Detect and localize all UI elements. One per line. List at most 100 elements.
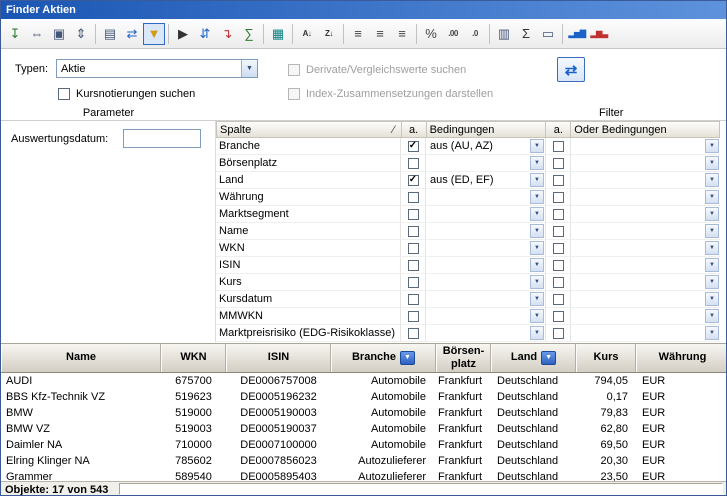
filter-or-active-checkbox[interactable] — [553, 328, 564, 339]
jump-down-icon[interactable]: ↴ — [216, 23, 238, 45]
chevron-down-icon[interactable]: ▼ — [530, 139, 544, 153]
chevron-down-icon[interactable]: ▼ — [705, 258, 719, 272]
chevron-down-icon[interactable]: ▼ — [705, 292, 719, 306]
filter-or-condition-select[interactable]: ▼ — [571, 172, 720, 188]
filter-or-active-checkbox[interactable] — [553, 277, 564, 288]
filter-active-checkbox[interactable] — [408, 209, 419, 220]
filter-or-active-checkbox[interactable] — [553, 141, 564, 152]
filter-or-active-checkbox[interactable] — [553, 192, 564, 203]
chevron-down-icon[interactable]: ▼ — [530, 258, 544, 272]
bar-chart-icon[interactable]: ▂▅▇ — [566, 23, 588, 45]
chevron-down-icon[interactable]: ▼ — [530, 173, 544, 187]
filter-active-checkbox[interactable] — [408, 277, 419, 288]
filter-active-checkbox[interactable] — [408, 328, 419, 339]
filter-column-name[interactable]: Kursdatum — [216, 291, 401, 307]
filter-active-checkbox[interactable] — [408, 158, 419, 169]
filter-header-oder-bedingungen[interactable]: Oder Bedingungen — [571, 122, 719, 137]
filter-or-condition-select[interactable]: ▼ — [571, 155, 720, 171]
filter-column-name[interactable]: ISIN — [216, 257, 401, 273]
column-header-land[interactable]: Land ▼ — [491, 344, 576, 372]
chevron-down-icon[interactable]: ▼ — [530, 275, 544, 289]
filter-column-name[interactable]: Kurs — [216, 274, 401, 290]
filter-condition-select[interactable]: aus (ED, EF) ▼ — [426, 172, 546, 188]
table-row[interactable]: Elring Klinger NA 785602 DE0007856023 Au… — [1, 453, 727, 469]
cell-icon[interactable]: ▭ — [537, 23, 559, 45]
filter-condition-select[interactable]: ▼ — [426, 274, 546, 290]
filter-column-name[interactable]: Währung — [216, 189, 401, 205]
chevron-down-icon[interactable]: ▼ — [530, 190, 544, 204]
filter-header-spalte[interactable]: Spalte ∕ — [217, 122, 402, 137]
filter-condition-select[interactable]: ▼ — [426, 257, 546, 273]
filter-condition-select[interactable]: ▼ — [426, 206, 546, 222]
filter-active-checkbox[interactable] — [408, 192, 419, 203]
fit-height-icon[interactable]: ⇕ — [70, 23, 92, 45]
decimal-add-icon[interactable]: .00 — [442, 23, 464, 45]
chevron-down-icon[interactable]: ▼ — [705, 190, 719, 204]
layout-icon[interactable]: ▤ — [99, 23, 121, 45]
column-header-waehrung[interactable]: Währung — [636, 344, 727, 372]
column-header-boersenplatz[interactable]: Börsen-platz — [436, 344, 491, 372]
filter-header-bedingungen[interactable]: Bedingungen — [427, 122, 547, 137]
decimal-remove-icon[interactable]: .0 — [464, 23, 486, 45]
typen-select[interactable]: Aktie ▼ — [56, 59, 258, 78]
chevron-down-icon[interactable]: ▼ — [705, 173, 719, 187]
branche-filter-dropdown-icon[interactable]: ▼ — [400, 351, 415, 365]
filter-or-condition-select[interactable]: ▼ — [571, 223, 720, 239]
filter-column-name[interactable]: MMWKN — [216, 308, 401, 324]
filter-condition-select[interactable]: ▼ — [426, 223, 546, 239]
filter-or-active-checkbox[interactable] — [553, 294, 564, 305]
filter-column-name[interactable]: Marktsegment — [216, 206, 401, 222]
filter-or-condition-select[interactable]: ▼ — [571, 138, 720, 154]
chevron-down-icon[interactable]: ▼ — [705, 326, 719, 340]
column-header-branche[interactable]: Branche ▼ — [331, 344, 436, 372]
chevron-down-icon[interactable]: ▼ — [705, 139, 719, 153]
filter-active-checkbox[interactable] — [408, 226, 419, 237]
align-center-icon[interactable]: ≡ — [369, 23, 391, 45]
filter-active-checkbox[interactable] — [408, 311, 419, 322]
filter-or-condition-select[interactable]: ▼ — [571, 257, 720, 273]
chevron-down-icon[interactable]: ▼ — [705, 309, 719, 323]
column-header-isin[interactable]: ISIN — [226, 344, 331, 372]
sort-desc-icon[interactable]: Z↓ — [318, 23, 340, 45]
filter-active-checkbox[interactable] — [408, 243, 419, 254]
filter-condition-select[interactable]: ▼ — [426, 240, 546, 256]
filter-column-name[interactable]: WKN — [216, 240, 401, 256]
chevron-down-icon[interactable]: ▼ — [530, 241, 544, 255]
filter-condition-select[interactable]: ▼ — [426, 291, 546, 307]
percent-icon[interactable]: % — [420, 23, 442, 45]
chart-icon[interactable]: ▂▆▃ — [588, 23, 610, 45]
filter-or-active-checkbox[interactable] — [553, 260, 564, 271]
chevron-down-icon[interactable]: ▼ — [530, 156, 544, 170]
filter-active-checkbox[interactable] — [408, 294, 419, 305]
sum-icon[interactable]: ∑ — [238, 23, 260, 45]
filter-or-active-checkbox[interactable] — [553, 158, 564, 169]
filter-or-active-checkbox[interactable] — [553, 226, 564, 237]
filter-condition-select[interactable]: ▼ — [426, 155, 546, 171]
chevron-down-icon[interactable]: ▼ — [705, 207, 719, 221]
filter-or-condition-select[interactable]: ▼ — [571, 240, 720, 256]
table-row[interactable]: AUDI 675700 DE0006757008 Automobile Fran… — [1, 373, 727, 389]
columns-icon[interactable]: ▥ — [493, 23, 515, 45]
chevron-down-icon[interactable]: ▼ — [530, 224, 544, 238]
column-header-wkn[interactable]: WKN — [161, 344, 226, 372]
filter-active-checkbox[interactable]: ✓ — [408, 175, 419, 186]
chevron-down-icon[interactable]: ▼ — [530, 207, 544, 221]
filter-or-condition-select[interactable]: ▼ — [571, 325, 720, 341]
filter-or-condition-select[interactable]: ▼ — [571, 274, 720, 290]
filter-or-active-checkbox[interactable] — [553, 175, 564, 186]
filter-or-active-checkbox[interactable] — [553, 209, 564, 220]
chevron-down-icon[interactable]: ▼ — [705, 156, 719, 170]
filter-or-active-checkbox[interactable] — [553, 311, 564, 322]
filter-or-condition-select[interactable]: ▼ — [571, 308, 720, 324]
table-row[interactable]: BMW 519000 DE0005190003 Automobile Frank… — [1, 405, 727, 421]
column-header-kurs[interactable]: Kurs — [576, 344, 636, 372]
table-row[interactable]: BBS Kfz-Technik VZ 519623 DE0005196232 A… — [1, 389, 727, 405]
chevron-down-icon[interactable]: ▼ — [530, 309, 544, 323]
checkbox-box[interactable] — [58, 88, 70, 100]
fit-width-icon[interactable]: ⇔ — [26, 23, 48, 45]
table-row[interactable]: Daimler NA 710000 DE0007100000 Automobil… — [1, 437, 727, 453]
land-filter-dropdown-icon[interactable]: ▼ — [541, 351, 556, 365]
sigma-icon[interactable]: Σ — [515, 23, 537, 45]
filter-header-oder-aktiv[interactable]: a. — [546, 122, 571, 137]
filter-or-condition-select[interactable]: ▼ — [571, 189, 720, 205]
